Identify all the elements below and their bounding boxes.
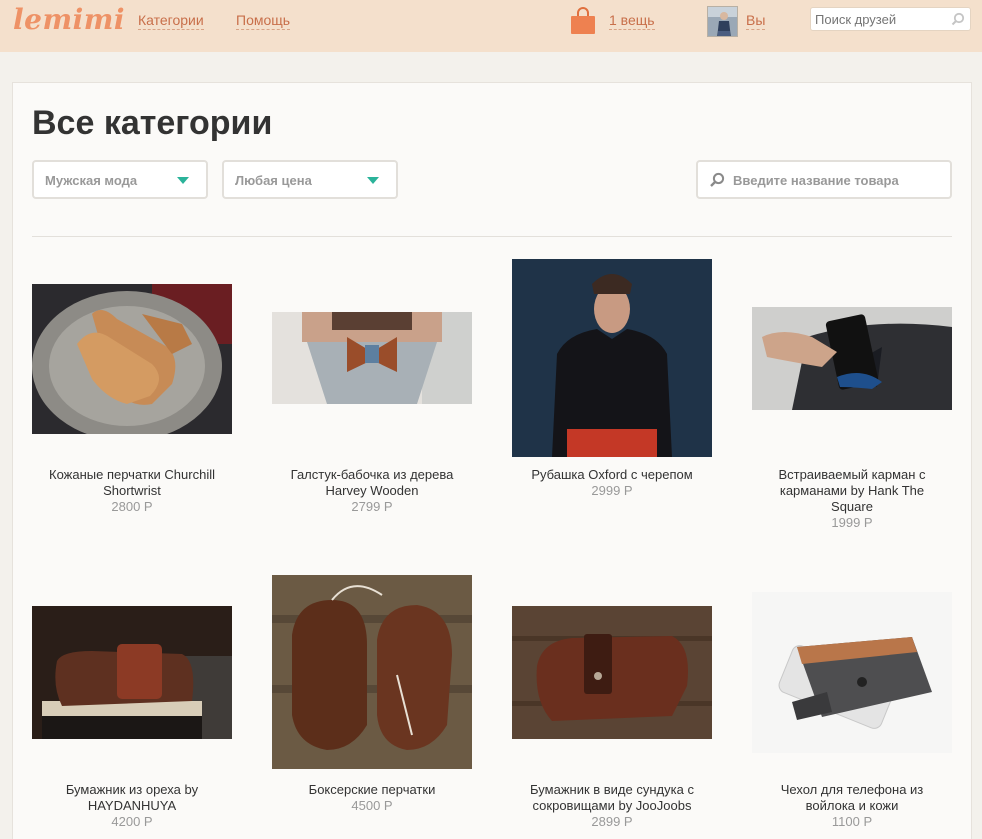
product-search-box (696, 160, 952, 199)
search-icon (710, 172, 725, 187)
nav-help-link[interactable]: Помощь (236, 12, 291, 30)
search-icon[interactable] (951, 12, 965, 26)
product-image-gloves[interactable] (32, 284, 232, 434)
product-image-walnut-wallet[interactable] (32, 606, 232, 739)
product-name[interactable]: Бумажник из ореха by HAYDANHUYA (22, 782, 242, 814)
logo[interactable]: lemimi (13, 3, 125, 36)
product-image-pocket-square[interactable] (752, 307, 952, 410)
price-filter-value: Любая цена (235, 173, 312, 188)
product-name[interactable]: Рубашка Oxford с черепом (502, 467, 722, 483)
product-price: 1100 Р (831, 814, 873, 829)
product-price: 4500 Р (351, 798, 393, 813)
cart-count-link[interactable]: 1 вещь (609, 12, 655, 30)
product-image-phone-case[interactable] (752, 592, 952, 753)
product-name[interactable]: Боксерские перчатки (262, 782, 482, 798)
nav-categories-link[interactable]: Категории (138, 12, 204, 30)
category-filter-value: Мужская мода (45, 173, 138, 188)
product-name[interactable]: Кожаные перчатки Churchill Shortwrist (22, 467, 242, 499)
product-image-oxford-shirt[interactable] (512, 259, 712, 457)
price-filter-dropdown[interactable]: Любая цена (222, 160, 398, 199)
product-price: 2999 Р (591, 483, 633, 498)
divider (32, 236, 952, 237)
chevron-down-icon (177, 177, 189, 184)
product-name[interactable]: Встраиваемый карман с карманами by Hank T… (742, 467, 962, 515)
product-price: 4200 Р (111, 814, 153, 829)
product-image-chest-wallet[interactable] (512, 606, 712, 739)
chevron-down-icon (367, 177, 379, 184)
category-filter-dropdown[interactable]: Мужская мода (32, 160, 208, 199)
avatar[interactable] (707, 6, 738, 37)
shopping-bag-icon[interactable] (570, 7, 596, 35)
product-image-bow-tie[interactable] (272, 312, 472, 404)
page-title: Все категории (32, 104, 273, 142)
friend-search-input[interactable] (815, 10, 945, 28)
user-profile-link[interactable]: Вы (746, 12, 766, 30)
product-image-boxing-gloves[interactable] (272, 575, 472, 769)
product-price: 2899 Р (591, 814, 633, 829)
product-price: 2800 Р (111, 499, 153, 514)
product-search-input[interactable] (733, 171, 943, 189)
product-name[interactable]: Чехол для телефона из войлока и кожи (742, 782, 962, 814)
header-scallop-border (0, 40, 982, 51)
product-price: 1999 Р (831, 515, 873, 530)
product-price: 2799 Р (351, 499, 393, 514)
product-name[interactable]: Галстук-бабочка из дерева Harvey Wooden (262, 467, 482, 499)
product-name[interactable]: Бумажник в виде сундука с сокровищами by … (502, 782, 722, 814)
friend-search-box (810, 7, 971, 31)
